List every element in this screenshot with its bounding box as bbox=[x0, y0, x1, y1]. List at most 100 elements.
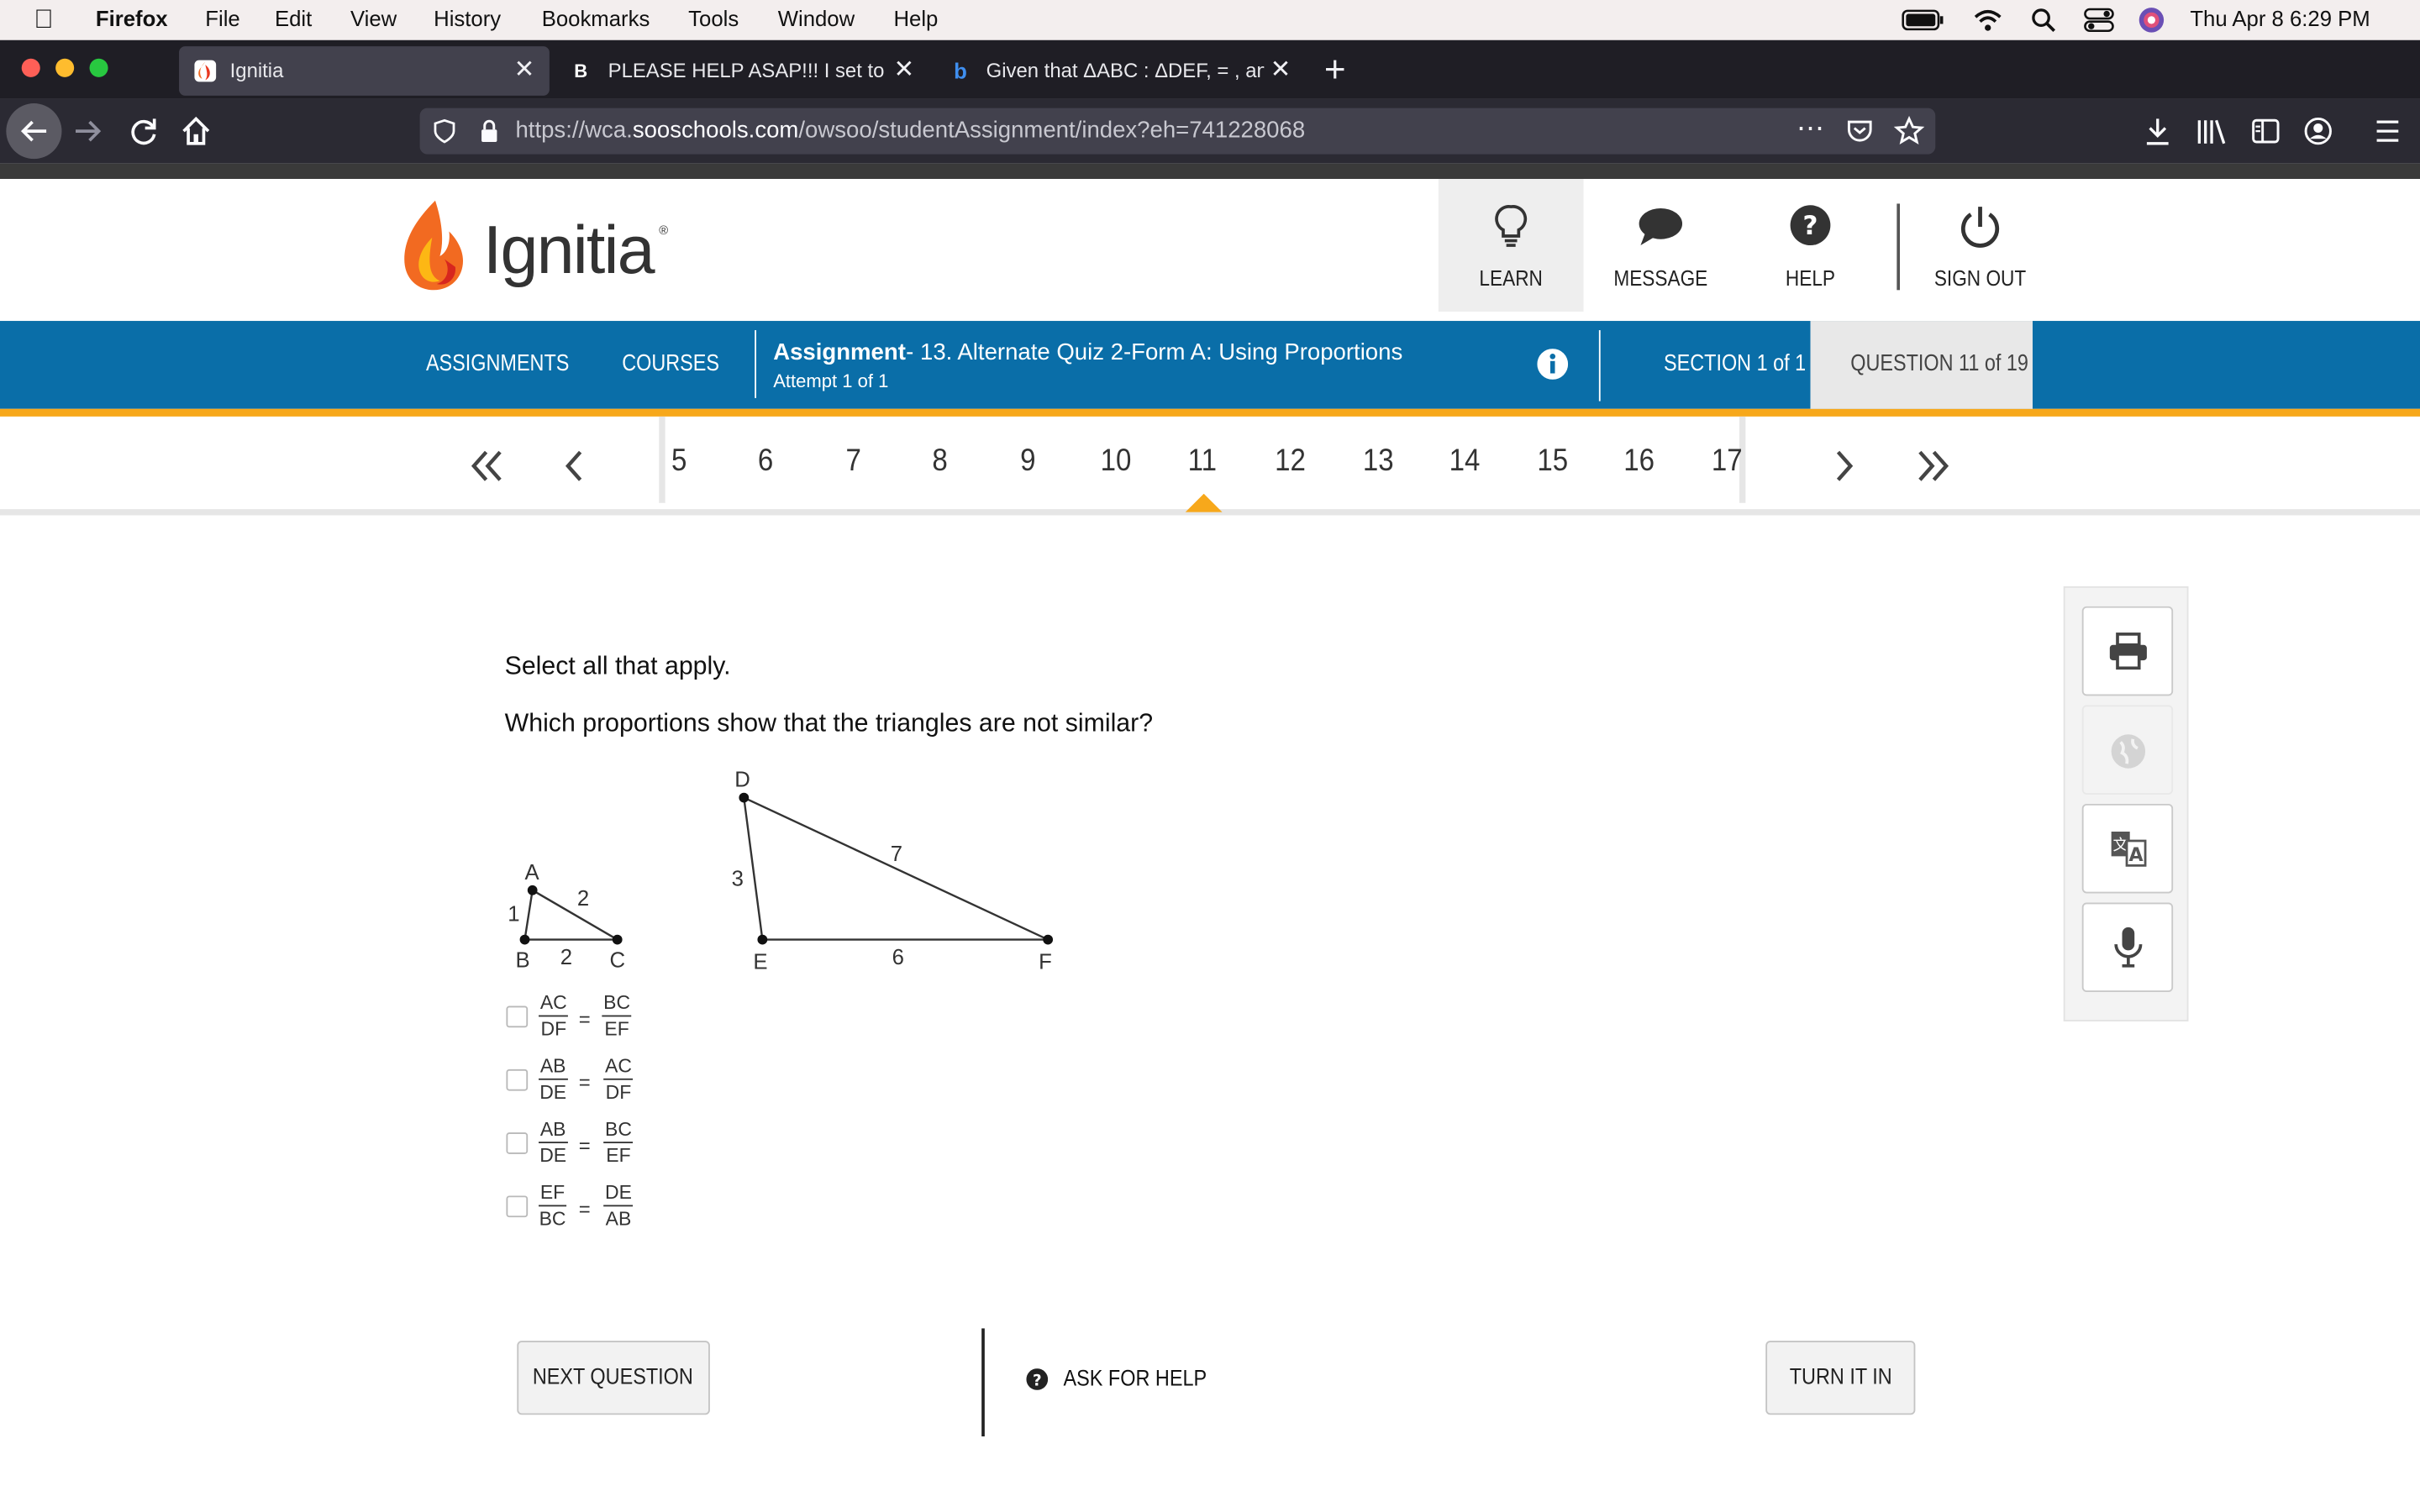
speech-bubble-icon bbox=[1639, 207, 1683, 246]
tab-title: Ignitia bbox=[229, 58, 284, 82]
answer-option-3[interactable]: AB DE = BC EF bbox=[505, 1119, 660, 1180]
translate-icon: 文A bbox=[2111, 832, 2147, 867]
option-4-equals: = bbox=[578, 1197, 591, 1221]
help-button[interactable]: ? HELP bbox=[1738, 179, 1883, 312]
menu-help[interactable]: Help bbox=[893, 6, 938, 30]
macos-menu-bar:  Firefox File Edit View History Bookmar… bbox=[0, 0, 2420, 40]
next-question-button[interactable]: NEXT QUESTION bbox=[517, 1341, 710, 1415]
question-number-7[interactable]: 7 bbox=[833, 444, 875, 480]
vertex-C-label: C bbox=[610, 949, 626, 973]
close-tab-icon[interactable]: ✕ bbox=[514, 54, 535, 85]
message-button[interactable]: MESSAGE bbox=[1588, 179, 1733, 312]
question-number-8[interactable]: 8 bbox=[919, 444, 961, 480]
close-tab-icon[interactable]: ✕ bbox=[1270, 54, 1292, 85]
url-text[interactable]: https://wca.sooschools.com/owsoo/student… bbox=[515, 118, 1305, 144]
question-number-16[interactable]: 16 bbox=[1618, 444, 1660, 480]
tab-ignitia[interactable]: Ignitia ✕ bbox=[179, 46, 550, 96]
translation-button[interactable]: 文A bbox=[2081, 803, 2174, 894]
library-icon[interactable] bbox=[2195, 116, 2228, 147]
menu-tools[interactable]: Tools bbox=[688, 6, 739, 30]
bookmark-star-icon[interactable] bbox=[1893, 115, 1925, 147]
print-button[interactable] bbox=[2081, 606, 2174, 696]
menu-edit[interactable]: Edit bbox=[275, 6, 312, 30]
lock-icon[interactable] bbox=[478, 118, 500, 143]
new-tab-icon[interactable]: + bbox=[1324, 50, 1346, 92]
question-number-10[interactable]: 10 bbox=[1095, 444, 1137, 480]
close-window-button[interactable] bbox=[21, 58, 40, 77]
menu-clock[interactable]: Thu Apr 8 6:29 PM bbox=[2190, 6, 2370, 30]
menu-window[interactable]: Window bbox=[778, 6, 855, 30]
sidebar-icon[interactable] bbox=[2250, 116, 2281, 147]
question-number-17[interactable]: 17 bbox=[1707, 444, 1749, 480]
turn-it-in-button[interactable]: TURN IT IN bbox=[1765, 1341, 1916, 1415]
apple-icon[interactable]:  bbox=[34, 5, 53, 36]
ignitia-favicon-icon bbox=[194, 60, 217, 82]
first-question-icon[interactable] bbox=[468, 448, 508, 485]
question-number-14[interactable]: 14 bbox=[1444, 444, 1486, 480]
reload-icon[interactable] bbox=[127, 114, 160, 148]
menu-bookmarks[interactable]: Bookmarks bbox=[542, 6, 650, 30]
translate-language-button[interactable] bbox=[2081, 705, 2174, 795]
pocket-icon[interactable] bbox=[1846, 118, 1874, 145]
home-icon[interactable] bbox=[179, 114, 213, 148]
next-question-icon[interactable] bbox=[1829, 448, 1860, 485]
tracking-protection-icon[interactable] bbox=[432, 118, 456, 144]
minimize-window-button[interactable] bbox=[55, 58, 75, 77]
option-1-checkbox[interactable] bbox=[506, 1005, 529, 1028]
ignitia-flame-logo-icon bbox=[404, 200, 464, 291]
tab-title: PLEASE HELP ASAP!!! I set to 2 bbox=[608, 58, 886, 82]
downloads-icon[interactable] bbox=[2142, 116, 2173, 147]
ask-for-help-button[interactable]: ? ASK FOR HELP bbox=[1026, 1364, 1207, 1401]
tab-bing-question[interactable]: b Given that ΔABC : ΔDEF, = , anc ✕ bbox=[939, 46, 1309, 96]
courses-link[interactable]: COURSES bbox=[622, 350, 719, 376]
menu-view[interactable]: View bbox=[350, 6, 397, 30]
text-to-speech-button[interactable] bbox=[2081, 902, 2174, 993]
zoom-window-button[interactable] bbox=[89, 58, 108, 77]
info-icon[interactable] bbox=[1537, 349, 1569, 380]
control-center-icon[interactable] bbox=[2084, 8, 2115, 33]
answer-option-2[interactable]: AB DE = AC DF bbox=[505, 1055, 660, 1116]
answer-option-1[interactable]: AC DF = BC EF bbox=[505, 992, 660, 1053]
forward-arrow-icon[interactable] bbox=[71, 114, 104, 148]
wifi-icon[interactable] bbox=[1972, 8, 2003, 32]
option-3-checkbox[interactable] bbox=[506, 1132, 529, 1154]
question-number-15[interactable]: 15 bbox=[1532, 444, 1574, 480]
back-arrow-icon bbox=[20, 120, 47, 142]
page-actions-icon[interactable]: ⋯ bbox=[1797, 113, 1824, 145]
side-EF-label: 6 bbox=[892, 946, 904, 969]
globe-icon bbox=[2111, 734, 2146, 769]
ignitia-logo-text[interactable]: Ignitia bbox=[483, 213, 655, 290]
battery-icon[interactable] bbox=[1902, 9, 1944, 31]
option-2-checkbox[interactable] bbox=[506, 1068, 529, 1091]
question-number-12[interactable]: 12 bbox=[1270, 444, 1312, 480]
menu-app-name[interactable]: Firefox bbox=[96, 6, 168, 30]
previous-question-icon[interactable] bbox=[559, 448, 590, 485]
learn-button[interactable]: LEARN bbox=[1438, 179, 1584, 312]
assignments-link[interactable]: ASSIGNMENTS bbox=[426, 350, 569, 376]
help-circle-icon: ? bbox=[1026, 1368, 1049, 1390]
siri-icon[interactable] bbox=[2138, 6, 2165, 34]
menu-history[interactable]: History bbox=[434, 6, 501, 30]
last-question-icon[interactable] bbox=[1912, 448, 1953, 485]
app-menu-icon[interactable] bbox=[2374, 118, 2402, 145]
question-number-5[interactable]: 5 bbox=[658, 444, 700, 480]
answer-option-4[interactable]: EF BC = DE AB bbox=[505, 1182, 660, 1243]
section-indicator: SECTION 1 of 1 bbox=[1664, 349, 1807, 377]
close-tab-icon[interactable]: ✕ bbox=[893, 54, 914, 85]
question-number-13[interactable]: 13 bbox=[1357, 444, 1399, 480]
question-number-9[interactable]: 9 bbox=[1007, 444, 1049, 480]
sign-out-button[interactable]: SIGN OUT bbox=[1907, 179, 2053, 312]
option-4-checkbox[interactable] bbox=[506, 1195, 529, 1218]
bar-divider-right bbox=[1598, 330, 1601, 402]
menu-file[interactable]: File bbox=[205, 6, 239, 30]
brainly-favicon-icon: B bbox=[574, 60, 588, 82]
back-button[interactable] bbox=[6, 103, 62, 160]
question-indicator: QUESTION 11 of 19 bbox=[1850, 349, 2028, 377]
question-number-6[interactable]: 6 bbox=[744, 444, 786, 480]
url-bar[interactable]: https://wca.sooschools.com/owsoo/student… bbox=[419, 108, 1936, 155]
spotlight-search-icon[interactable] bbox=[2031, 8, 2055, 33]
tab-brainly-question[interactable]: B PLEASE HELP ASAP!!! I set to 2 ✕ bbox=[559, 46, 929, 96]
account-icon[interactable] bbox=[2302, 116, 2333, 147]
question-number-11-current[interactable]: 11 bbox=[1181, 444, 1223, 480]
power-icon bbox=[1961, 207, 2000, 248]
